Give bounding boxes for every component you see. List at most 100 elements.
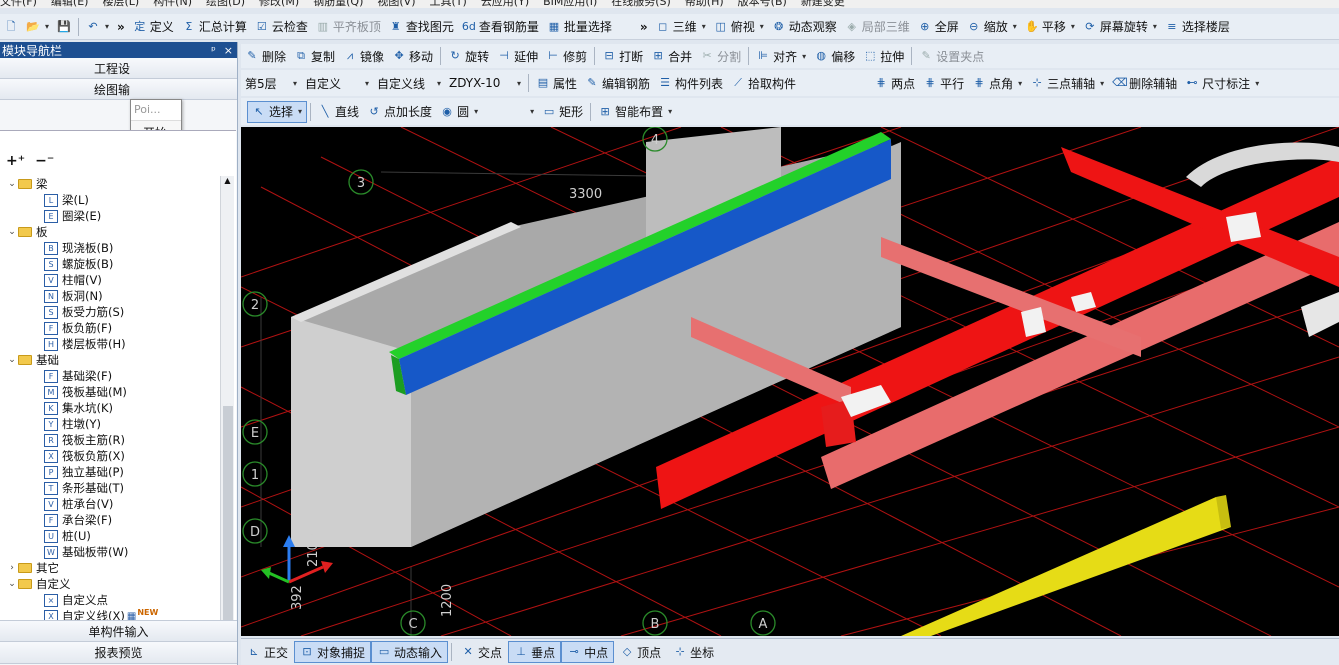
3d-viewport[interactable]: 3 2 E 1 D C B A 4 3300 2100 1200 392 [241, 127, 1339, 636]
expand-icon[interactable]: › [6, 563, 18, 573]
toolbar-overflow-button-2[interactable]: » [636, 16, 652, 38]
edit-rebar-button[interactable]: ✎ 编辑钢筋 [581, 72, 654, 94]
dynamic-view-button[interactable]: ❂ 动态观察 [768, 16, 841, 38]
menu-item[interactable]: 文件(F) [0, 0, 37, 8]
three-d-button[interactable]: ◻ 三维 ▾ [652, 16, 710, 38]
select-tool-button[interactable]: ↖ 选择 ▾ [247, 100, 308, 123]
tree-item[interactable]: H 楼层板带(H) [0, 336, 220, 352]
report-preview-button[interactable]: 报表预览 [0, 642, 237, 664]
summary-button[interactable]: Σ 汇总计算 [178, 16, 251, 38]
parallel-button[interactable]: ⋕ 平行 [919, 72, 968, 94]
full-screen-button[interactable]: ⊕ 全屏 [914, 16, 963, 38]
define-button[interactable]: 定定义 [129, 16, 178, 38]
trim-button[interactable]: ⊢ 修剪 [542, 45, 591, 67]
menu-item[interactable]: 工具(T) [430, 0, 467, 8]
menu-item[interactable]: 帮助(H) [685, 0, 724, 8]
scroll-up-icon[interactable]: ▲ [221, 176, 234, 185]
top-view-button[interactable]: ◫ 俯视 ▾ [710, 16, 768, 38]
menu-item[interactable]: 版本号(B) [738, 0, 787, 8]
align-button[interactable]: ⊫ 对齐 ▾ [752, 45, 810, 67]
zoom-button[interactable]: ⊖ 缩放 ▾ [963, 16, 1021, 38]
tree-item[interactable]: Y 柱墩(Y) [0, 416, 220, 432]
collapse-icon[interactable]: ⌄ [6, 179, 18, 189]
close-icon[interactable]: × [224, 44, 233, 57]
tree-item[interactable]: F 承台梁(F) [0, 512, 220, 528]
collapse-icon[interactable]: ⌄ [6, 355, 18, 365]
tree-item[interactable]: W 基础板带(W) [0, 544, 220, 560]
menu-item[interactable]: 云应用(Y) [481, 0, 529, 8]
move-button[interactable]: ✥ 移动 [388, 45, 437, 67]
tree-item[interactable]: V 柱帽(V) [0, 272, 220, 288]
menu-item[interactable]: 编辑(E) [51, 0, 89, 8]
pan-button[interactable]: ✋ 平移 ▾ [1021, 16, 1079, 38]
point-angle-button[interactable]: ⋕ 点角 ▾ [968, 72, 1026, 94]
select-floor-button[interactable]: ≡ 选择楼层 [1161, 16, 1234, 38]
vertex-button[interactable]: ◇ 顶点 [614, 641, 667, 663]
menu-item[interactable]: 在线服务(S) [611, 0, 671, 8]
tree-item[interactable]: B 现浇板(B) [0, 240, 220, 256]
intersection-button[interactable]: ✕ 交点 [455, 641, 508, 663]
perpendicular-button[interactable]: ⊥ 垂点 [508, 641, 562, 663]
tree-folder[interactable]: ⌄ 基础 [0, 352, 220, 368]
type-select[interactable]: 自定义 ▾ [301, 73, 373, 93]
delete-button[interactable]: ✎ 删除 [241, 45, 290, 67]
collapse-icon[interactable]: ⌄ [6, 579, 18, 589]
rotate-button[interactable]: ↻ 旋转 [444, 45, 493, 67]
tree-item[interactable]: V 桩承台(V) [0, 496, 220, 512]
menu-item[interactable]: BIM应用(I) [543, 0, 597, 8]
pick-element-button[interactable]: ⟋ 拾取构件 [727, 72, 800, 94]
floor-select[interactable]: 第5层 ▾ [241, 73, 301, 93]
tree-item[interactable]: L 梁(L) [0, 192, 220, 208]
drawing-input-button[interactable]: 绘图输 [0, 79, 237, 100]
merge-button[interactable]: ⊞ 合并 [647, 45, 696, 67]
rectangle-button[interactable]: ▭ 矩形 [538, 101, 587, 123]
view-rebar-button[interactable]: 6d 查看钢筋量 [458, 16, 543, 38]
tree-folder[interactable]: › 其它 [0, 560, 220, 576]
menu-item[interactable]: 修改(M) [259, 0, 299, 8]
expand-all-icon[interactable]: +⁺ [6, 153, 25, 169]
circle-button[interactable]: ◉ 圆 ▾ [436, 101, 482, 123]
tree-scrollbar[interactable]: ▲ ▼ [220, 176, 234, 659]
menu-item[interactable]: 视图(V) [377, 0, 415, 8]
tree-item[interactable]: P 独立基础(P) [0, 464, 220, 480]
element-list-button[interactable]: ☰ 构件列表 [654, 72, 727, 94]
mirror-button[interactable]: ⩘ 镜像 [339, 45, 388, 67]
coordinate-button[interactable]: ⊹ 坐标 [667, 641, 720, 663]
tree-folder[interactable]: ⌄ 梁 [0, 176, 220, 192]
tree-item[interactable]: M 筏板基础(M) [0, 384, 220, 400]
engineering-settings-button[interactable]: 工程设 [0, 58, 237, 79]
menu-item[interactable]: 新建变更 [801, 0, 845, 8]
smart-layout-button[interactable]: ⊞ 智能布置 ▾ [594, 101, 676, 123]
tree-item[interactable]: T 条形基础(T) [0, 480, 220, 496]
tree-folder[interactable]: ⌄ 自定义 [0, 576, 220, 592]
menu-item[interactable]: 绘图(D) [206, 0, 245, 8]
copy-button[interactable]: ⧉ 复制 [290, 45, 339, 67]
pin-icon[interactable]: ᵖ [211, 44, 216, 57]
single-element-input-button[interactable]: 单构件输入 [0, 620, 237, 642]
popup-input[interactable]: Poi... [131, 100, 181, 121]
toolbar-overflow-button[interactable]: » [113, 16, 129, 38]
offset-button[interactable]: ◍ 偏移 [810, 45, 859, 67]
set-grip-button[interactable]: ✎ 设置夹点 [915, 45, 988, 67]
dimension-button[interactable]: ⊷ 尺寸标注 ▾ [1181, 72, 1263, 94]
tree-item[interactable]: N 板洞(N) [0, 288, 220, 304]
properties-button[interactable]: ▤ 属性 [532, 72, 581, 94]
cloud-check-button[interactable]: ☑ 云检查 [251, 16, 312, 38]
find-element-button[interactable]: ♜ 查找图元 [385, 16, 458, 38]
collapse-icon[interactable]: ⌄ [6, 227, 18, 237]
element-select[interactable]: ZDYX-10 ▾ [445, 73, 525, 93]
collapse-all-icon[interactable]: −⁻ [35, 153, 54, 169]
line-button[interactable]: ╲ 直线 [314, 101, 363, 123]
tree-item[interactable]: S 螺旋板(B) [0, 256, 220, 272]
split-button[interactable]: ✂ 分割 [696, 45, 745, 67]
tree-item[interactable]: X 筏板负筋(X) [0, 448, 220, 464]
model-canvas[interactable]: 3 2 E 1 D C B A 4 3300 2100 1200 392 [241, 127, 1339, 636]
undo-button[interactable]: ↶ ▾ [82, 16, 113, 38]
ortho-button[interactable]: ⊾ 正交 [241, 641, 294, 663]
tree-folder[interactable]: ⌄ 板 [0, 224, 220, 240]
tree-item[interactable]: E 圈梁(E) [0, 208, 220, 224]
point-length-button[interactable]: ↺ 点加长度 [363, 101, 436, 123]
local-3d-button[interactable]: ◈ 局部三维 [841, 16, 914, 38]
tree-item[interactable]: F 板负筋(F) [0, 320, 220, 336]
two-points-button[interactable]: ⋕ 两点 [870, 72, 919, 94]
